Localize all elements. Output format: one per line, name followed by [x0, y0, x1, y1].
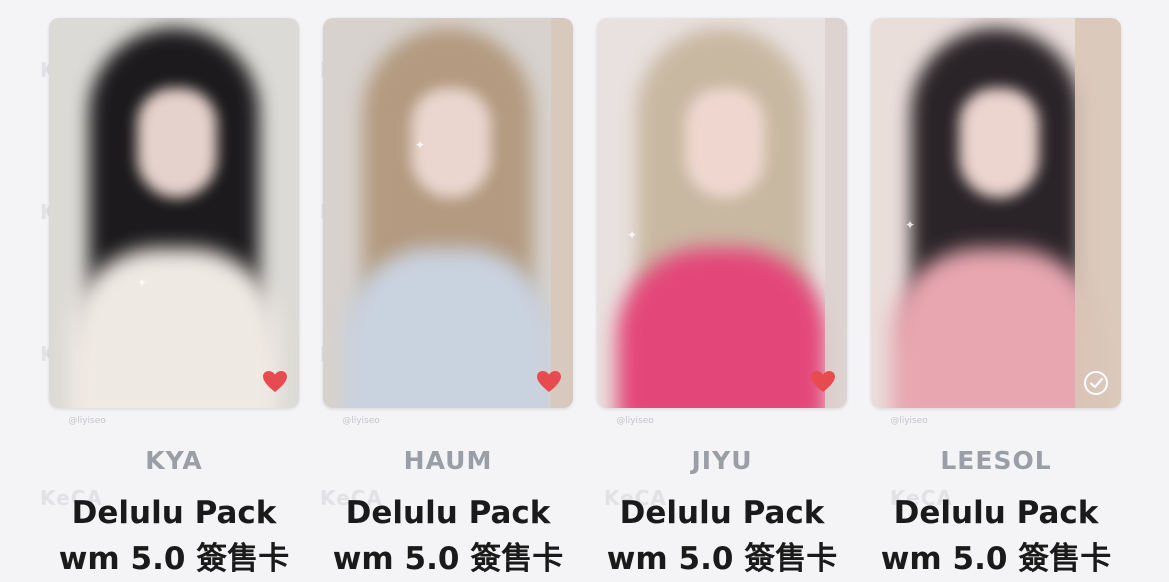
next-photo-edge	[1075, 18, 1121, 408]
photo-face	[959, 88, 1039, 198]
heart-icon[interactable]	[809, 368, 837, 396]
sparkle-icon: ✦	[137, 276, 148, 290]
card-title: Delulu Pack wm 5.0 簽售卡	[34, 490, 314, 582]
card-title-line1: Delulu Pack	[619, 495, 825, 531]
watermark-credit: @liyiseo	[890, 416, 928, 426]
card-title-line2: wm 5.0 簽售卡	[880, 541, 1112, 577]
check-circle-icon[interactable]	[1083, 370, 1109, 396]
card-title-line1: Delulu Pack	[893, 495, 1099, 531]
sparkle-icon: ✦	[627, 228, 638, 242]
member-name: LEESOL	[940, 446, 1052, 475]
photocard-image[interactable]: ✦	[597, 18, 847, 408]
photocard-image[interactable]: ✦	[323, 18, 573, 408]
photo-face	[685, 88, 765, 198]
card-title: Delulu Pack wm 5.0 簽售卡	[308, 490, 588, 582]
watermark-credit: @liyiseo	[68, 416, 106, 426]
photo-face	[137, 88, 217, 198]
photocard-jiyu[interactable]: ✦ @liyiseo JIYU Delulu Pack wm 5.0 簽售卡	[597, 18, 847, 577]
member-name: KYA	[145, 446, 203, 475]
photo-outfit	[69, 248, 279, 408]
card-title-line2: wm 5.0 簽售卡	[58, 541, 290, 577]
heart-icon[interactable]	[261, 368, 289, 396]
photocard-image[interactable]: ✦	[871, 18, 1121, 408]
heart-icon[interactable]	[535, 368, 563, 396]
card-title-line1: Delulu Pack	[345, 495, 551, 531]
photocard-grid: ✦ @liyiseo KYA Delulu Pack wm 5.0 簽售卡 ✦ …	[0, 0, 1169, 577]
card-title-line2: wm 5.0 簽售卡	[606, 541, 838, 577]
sparkle-icon: ✦	[905, 218, 916, 232]
photo-outfit	[617, 248, 827, 408]
member-name: JIYU	[691, 446, 753, 475]
photo-outfit	[343, 248, 553, 408]
sparkle-icon: ✦	[415, 138, 426, 152]
member-name: HAUM	[403, 446, 493, 475]
photo-outfit	[891, 248, 1101, 408]
card-title: Delulu Pack wm 5.0 簽售卡	[582, 490, 862, 582]
next-photo-edge	[825, 18, 847, 408]
photocard-kya[interactable]: ✦ @liyiseo KYA Delulu Pack wm 5.0 簽售卡	[49, 18, 299, 577]
photocard-leesol[interactable]: ✦ @liyiseo LEESOL Delulu Pack wm 5.0 簽售卡	[871, 18, 1121, 577]
photocard-haum[interactable]: ✦ @liyiseo HAUM Delulu Pack wm 5.0 簽售卡	[323, 18, 573, 577]
card-title-line1: Delulu Pack	[71, 495, 277, 531]
card-title: Delulu Pack wm 5.0 簽售卡	[856, 490, 1136, 582]
photocard-image[interactable]: ✦	[49, 18, 299, 408]
watermark-credit: @liyiseo	[342, 416, 380, 426]
card-title-line2: wm 5.0 簽售卡	[332, 541, 564, 577]
next-photo-edge	[551, 18, 573, 408]
watermark-credit: @liyiseo	[616, 416, 654, 426]
